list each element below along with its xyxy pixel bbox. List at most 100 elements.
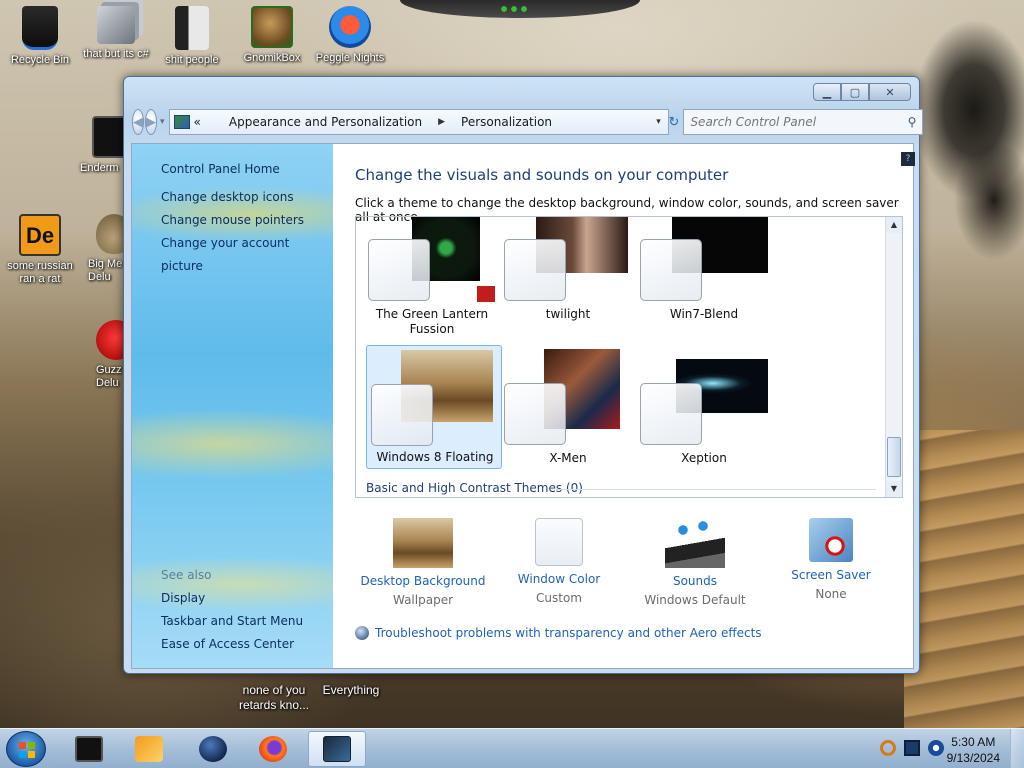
sidebar-link-control-panel-home[interactable]: Control Panel Home: [161, 158, 333, 181]
folder-icon: [175, 6, 209, 50]
theme-twilight[interactable]: twilight: [500, 217, 636, 339]
start-button[interactable]: [6, 731, 46, 767]
theme-windows-8-floating[interactable]: Windows 8 Floating: [366, 345, 502, 469]
theme-options-bar: Desktop Background Wallpaper Window Colo…: [355, 518, 915, 608]
sidebar-link-account-picture[interactable]: Change your account picture: [161, 232, 333, 278]
theme-window-preview: [368, 239, 430, 301]
taskbar-app-terminal[interactable]: [60, 731, 118, 767]
sidebar-link-desktop-icons[interactable]: Change desktop icons: [161, 186, 333, 209]
option-window-color[interactable]: Window Color Custom: [489, 518, 629, 605]
desktop-gadget: [400, 0, 640, 18]
desktop-wallpaper-deck: [904, 430, 1024, 730]
desktop-icon-big-me[interactable]: Big Me Delu: [78, 214, 132, 284]
address-overflow-chevron[interactable]: «: [194, 115, 201, 129]
show-desktop-button[interactable]: [1010, 729, 1024, 768]
theme-x-men[interactable]: X-Men: [500, 345, 636, 469]
option-title[interactable]: Sounds: [625, 574, 765, 588]
desktop-icon-enderm[interactable]: Enderm: [70, 116, 134, 175]
theme-xeption[interactable]: Xeption: [636, 345, 772, 469]
maximize-button[interactable]: ▢: [841, 83, 869, 101]
main-panel: ? Change the visuals and sounds on your …: [355, 144, 915, 668]
option-subtitle: None: [815, 587, 847, 601]
theme-gallery: The Green Lantern Fussion twilight Win7-…: [355, 216, 903, 498]
troubleshoot-link[interactable]: Troubleshoot problems with transparency …: [355, 626, 762, 640]
see-also-section: See also Display Taskbar and Start Menu …: [161, 564, 303, 656]
desktop-icon-peggle-nights[interactable]: Peggle Nights: [310, 6, 390, 65]
desktop-icon-that-but-its-cs[interactable]: that but its c#: [76, 6, 156, 61]
taskbar-app-control-panel[interactable]: [308, 731, 366, 767]
control-panel-icon: [323, 736, 351, 762]
section-divider: [556, 489, 876, 490]
clock[interactable]: 5:30 AM 9/13/2024: [947, 734, 1000, 766]
option-subtitle: Wallpaper: [392, 593, 454, 607]
desktop-text-everything[interactable]: Everything: [316, 683, 386, 698]
monitor-tray-icon[interactable]: [904, 740, 920, 756]
breadcrumb-separator-icon[interactable]: ▶: [428, 117, 455, 127]
address-dropdown-icon[interactable]: ▾: [650, 117, 668, 127]
option-subtitle: Custom: [536, 591, 582, 605]
desktop-icon-gnomikbox[interactable]: GnomikBox: [232, 6, 312, 65]
option-subtitle: Windows Default: [644, 593, 746, 607]
wallpaper-icon: [393, 518, 453, 568]
theme-name: Win7-Blend: [669, 307, 739, 321]
taskbar-app-firefox[interactable]: [244, 731, 302, 767]
sidebar-link-mouse-pointers[interactable]: Change mouse pointers: [161, 209, 333, 232]
minimize-button[interactable]: ▁: [813, 83, 841, 101]
recent-pages-dropdown[interactable]: ▾: [160, 117, 165, 127]
scroll-thumb[interactable]: [887, 437, 901, 477]
search-tray-icon[interactable]: [880, 740, 896, 756]
address-bar[interactable]: « Appearance and Personalization ▶ Perso…: [168, 109, 669, 135]
troubleshoot-icon: [355, 626, 369, 640]
search-input[interactable]: [690, 115, 908, 129]
desktop-icon-some-russian[interactable]: De some russian ran a rat: [0, 214, 80, 286]
breadcrumb-appearance[interactable]: Appearance and Personalization: [223, 115, 428, 129]
forward-button[interactable]: ▶: [145, 109, 157, 135]
back-button[interactable]: ◀: [132, 109, 144, 135]
see-also-display[interactable]: Display: [161, 587, 303, 610]
close-button[interactable]: ✕: [869, 83, 911, 101]
navigation-bar: ◀ ▶ ▾ « Appearance and Personalization ▶…: [132, 105, 924, 139]
taskbar-app-globe[interactable]: [184, 731, 242, 767]
help-icon[interactable]: ?: [901, 152, 915, 166]
clock-time: 5:30 AM: [951, 735, 996, 749]
theme-window-preview: [371, 384, 433, 446]
see-also-taskbar[interactable]: Taskbar and Start Menu: [161, 610, 303, 633]
option-title[interactable]: Window Color: [489, 572, 629, 586]
recycle-bin-icon: [22, 6, 58, 50]
desktop-icon-recycle-bin[interactable]: Recycle Bin: [0, 6, 80, 67]
breadcrumb-personalization[interactable]: Personalization: [455, 115, 558, 129]
theme-badge-icon: [476, 285, 496, 303]
theme-win7-blend[interactable]: Win7-Blend: [636, 217, 772, 339]
option-screen-saver[interactable]: Screen Saver None: [761, 518, 901, 601]
firefox-icon: [259, 736, 287, 762]
troubleshoot-label[interactable]: Troubleshoot problems with transparency …: [375, 626, 762, 640]
see-also-ease-of-access[interactable]: Ease of Access Center: [161, 633, 303, 656]
option-title[interactable]: Desktop Background: [353, 574, 493, 588]
scroll-down-icon[interactable]: ▼: [886, 481, 902, 497]
desktop-text-none-of-you[interactable]: none of you retards kno...: [234, 683, 314, 713]
option-title[interactable]: Screen Saver: [761, 568, 901, 582]
system-tray: [880, 740, 944, 756]
theme-green-lantern[interactable]: The Green Lantern Fussion: [364, 217, 500, 339]
basic-themes-section[interactable]: Basic and High Contrast Themes (0): [366, 481, 583, 495]
see-also-header: See also: [161, 568, 212, 582]
scroll-up-icon[interactable]: ▲: [886, 217, 902, 233]
theme-name: X-Men: [549, 451, 587, 465]
taskbar-app-media-player[interactable]: [120, 731, 178, 767]
stacked-windows-icon: [97, 6, 135, 44]
search-box[interactable]: ⚲: [683, 109, 924, 135]
theme-window-preview: [640, 239, 702, 301]
window-controls: ▁ ▢ ✕: [813, 83, 911, 101]
refresh-icon[interactable]: ↻: [669, 109, 680, 135]
desktop-icon-shit-people[interactable]: shit people: [152, 6, 232, 67]
theme-name: The Green Lantern Fussion: [375, 307, 489, 336]
option-desktop-background[interactable]: Desktop Background Wallpaper: [353, 518, 493, 607]
theme-window-preview: [640, 383, 702, 445]
search-icon[interactable]: ⚲: [908, 115, 917, 129]
gallery-scrollbar[interactable]: ▲ ▼: [885, 217, 902, 497]
gnomikbox-icon: [251, 6, 293, 48]
network-tray-icon[interactable]: [928, 740, 944, 756]
desktop-icon-guzz[interactable]: Guzz Delu: [82, 320, 136, 390]
option-sounds[interactable]: Sounds Windows Default: [625, 518, 765, 607]
sidebar: Control Panel Home Change desktop icons …: [132, 144, 333, 668]
